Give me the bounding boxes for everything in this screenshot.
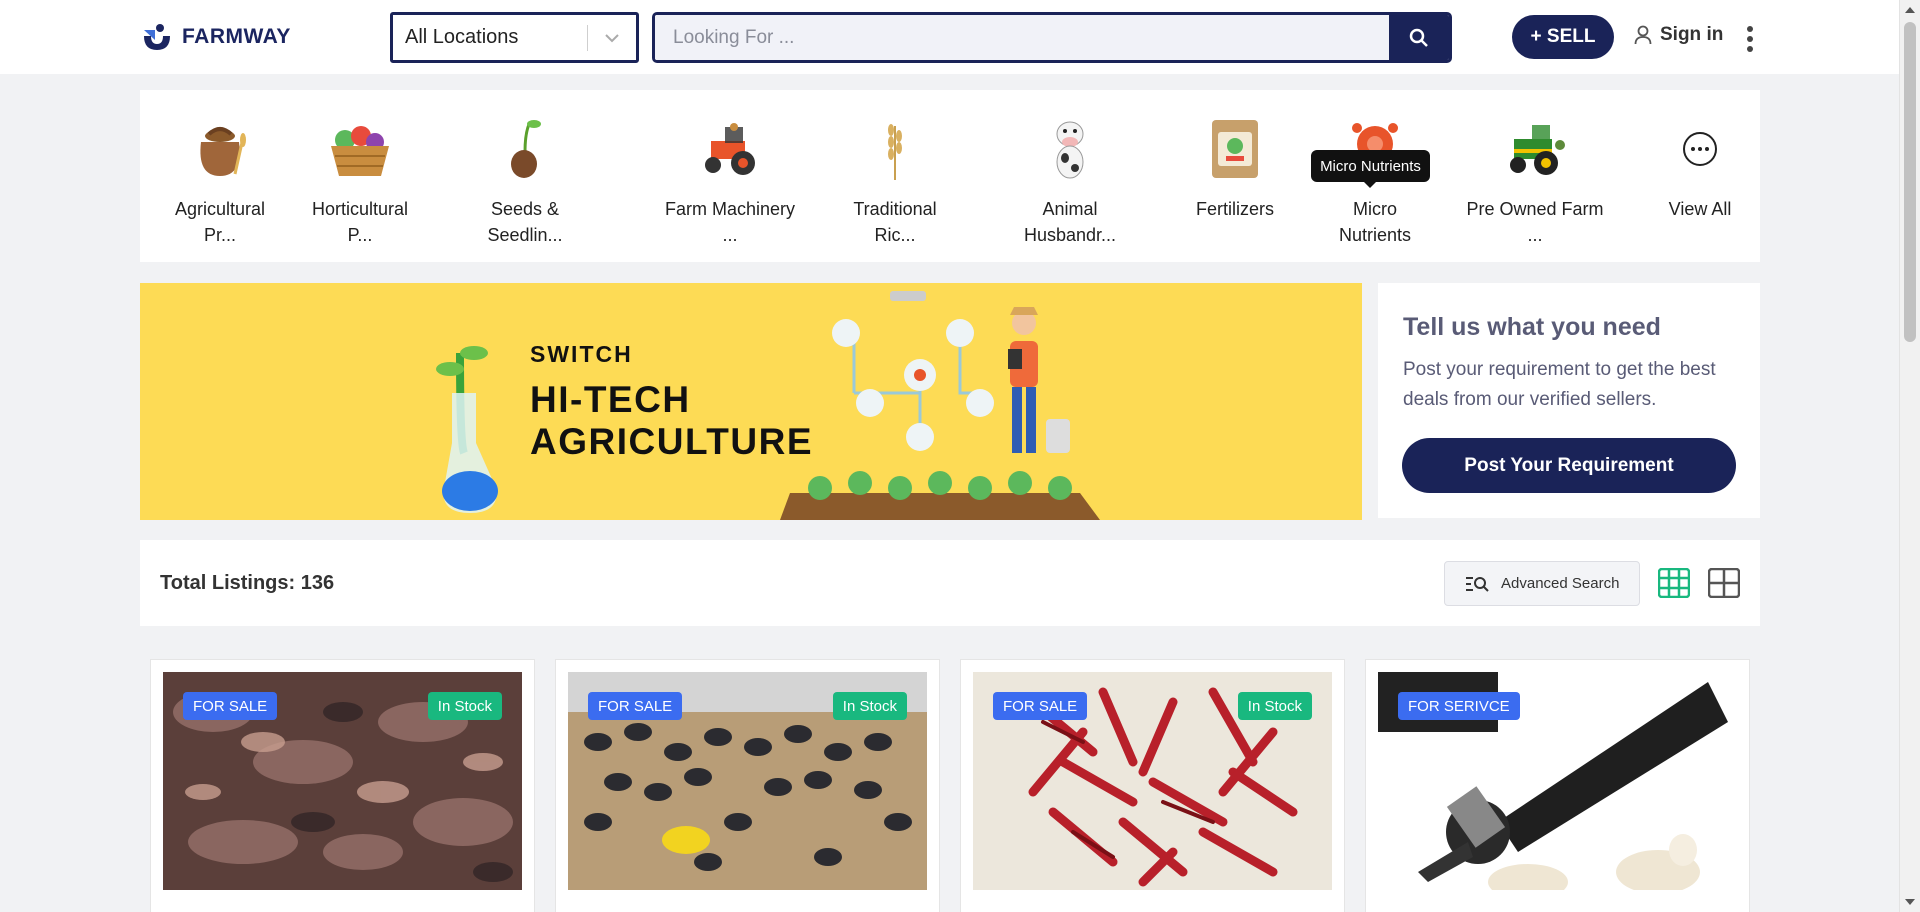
category-traditional-rice[interactable]: Traditional Ric... — [840, 90, 950, 262]
sign-in-link[interactable]: Sign in — [1634, 24, 1723, 46]
farmway-logo-icon — [144, 24, 170, 50]
stock-status-badge: In Stock — [832, 692, 907, 720]
listing-type-badge: FOR SALE — [588, 692, 683, 720]
user-icon — [1634, 25, 1652, 45]
listing-toolbar: Total Listings: 136 Advanced Search — [140, 540, 1760, 626]
location-value: All Locations — [405, 26, 519, 48]
more-menu-icon[interactable] — [1742, 24, 1758, 54]
smart-farming-illustration — [780, 291, 1100, 520]
stock-status-badge: In Stock — [1237, 692, 1312, 720]
fertilizer-bag-icon — [1200, 116, 1270, 182]
brand-logo[interactable]: FARMWAY — [140, 20, 291, 54]
category-farm-machinery[interactable]: Farm Machinery ... — [660, 90, 800, 262]
category-pre-owned-farm[interactable]: Pre Owned Farm ... — [1460, 90, 1610, 262]
page-scrollbar[interactable] — [1899, 0, 1920, 912]
product-card[interactable]: FOR SALE In Stock — [150, 659, 535, 912]
grain-sack-icon — [185, 116, 255, 182]
more-horizontal-icon — [1665, 116, 1735, 182]
filter-search-icon — [1466, 576, 1489, 592]
poultry-chicks-photo: FOR SALE In Stock — [568, 672, 927, 890]
category-label: Farm Machinery ... — [664, 199, 796, 245]
scrollbar-thumb[interactable] — [1904, 22, 1916, 342]
category-label: Horticultural P... — [311, 199, 409, 245]
stock-status-badge: In Stock — [427, 692, 502, 720]
category-label: Animal Husbandr... — [1023, 199, 1117, 245]
listing-type-badge: FOR SERIVCE — [1398, 692, 1520, 720]
category-strip: Agricultural Pr... Horticultural P... Se… — [140, 90, 1760, 262]
category-view-all[interactable]: View All — [1650, 90, 1750, 262]
product-card[interactable]: FOR SALE In Stock — [960, 659, 1345, 912]
red-chillies-photo: FOR SALE In Stock — [973, 672, 1332, 890]
requirement-description: Post your requirement to get the best de… — [1403, 359, 1716, 410]
advanced-search-label: Advanced Search — [1501, 575, 1620, 592]
category-fertilizers[interactable]: Fertilizers — [1180, 90, 1290, 262]
post-requirement-button[interactable]: Post Your Requirement — [1402, 438, 1736, 493]
category-agricultural-products[interactable]: Agricultural Pr... — [170, 90, 270, 262]
banner-heading: HI-TECH AGRICULTURE — [530, 379, 813, 463]
listing-type-badge: FOR SALE — [183, 692, 278, 720]
requirement-card: Tell us what you need Post your requirem… — [1378, 283, 1760, 518]
rice-stalk-icon — [860, 116, 930, 182]
category-label: Micro Nutrients — [1338, 199, 1412, 245]
green-tractor-icon — [1500, 116, 1570, 182]
seedling-flask-illustration — [436, 346, 498, 513]
category-label: Traditional Ric... — [853, 199, 937, 245]
brand-name: FARMWAY — [182, 25, 291, 48]
scroll-down-arrow-icon[interactable] — [1905, 899, 1915, 905]
grid-view-3-icon[interactable] — [1658, 568, 1690, 598]
product-card[interactable]: FOR SERIVCE — [1365, 659, 1750, 912]
total-listings-count: Total Listings: 136 — [160, 572, 335, 594]
search-bar — [652, 12, 1452, 63]
dried-leaves-photo: FOR SALE In Stock — [163, 672, 522, 890]
category-tooltip: Micro Nutrients — [1311, 150, 1430, 188]
promo-banner[interactable]: SWITCH HI-TECH AGRICULTURE — [140, 283, 1362, 520]
tractor-icon — [695, 116, 765, 182]
sprouting-seed-icon — [490, 116, 560, 182]
chevron-down-icon[interactable] — [588, 33, 636, 43]
category-label: Seeds & Seedlin... — [487, 199, 563, 245]
banner-line-1: SWITCH — [530, 341, 633, 367]
search-input[interactable] — [655, 15, 1389, 60]
top-header: FARMWAY All Locations + SELL Sign in — [0, 0, 1899, 74]
requirement-title: Tell us what you need — [1403, 313, 1661, 341]
sell-button[interactable]: + SELL — [1512, 15, 1614, 59]
sign-in-label: Sign in — [1660, 24, 1724, 45]
banner-line-3: AGRICULTURE — [530, 421, 814, 462]
listing-type-badge: FOR SALE — [993, 692, 1088, 720]
category-horticultural-products[interactable]: Horticultural P... — [300, 90, 420, 262]
category-label: Fertilizers — [1195, 199, 1274, 219]
cow-icon — [1035, 116, 1105, 182]
scroll-up-arrow-icon[interactable] — [1905, 7, 1915, 13]
banner-line-2: HI-TECH — [530, 379, 691, 420]
category-seeds-seedlings[interactable]: Seeds & Seedlin... — [470, 90, 580, 262]
location-select[interactable]: All Locations — [390, 12, 639, 63]
product-card[interactable]: FOR SALE In Stock — [555, 659, 940, 912]
advanced-search-button[interactable]: Advanced Search — [1444, 561, 1640, 606]
search-icon — [1409, 28, 1428, 47]
category-label: View All — [1668, 199, 1732, 219]
category-label: Pre Owned Farm ... — [1466, 199, 1604, 245]
search-button[interactable] — [1389, 15, 1449, 60]
vegetable-basket-icon — [325, 116, 395, 182]
grid-view-2-icon[interactable] — [1708, 568, 1740, 598]
category-animal-husbandry[interactable]: Animal Husbandr... — [1010, 90, 1130, 262]
category-label: Agricultural Pr... — [174, 199, 266, 245]
sheep-shearing-clipper-photo: FOR SERIVCE — [1378, 672, 1737, 890]
